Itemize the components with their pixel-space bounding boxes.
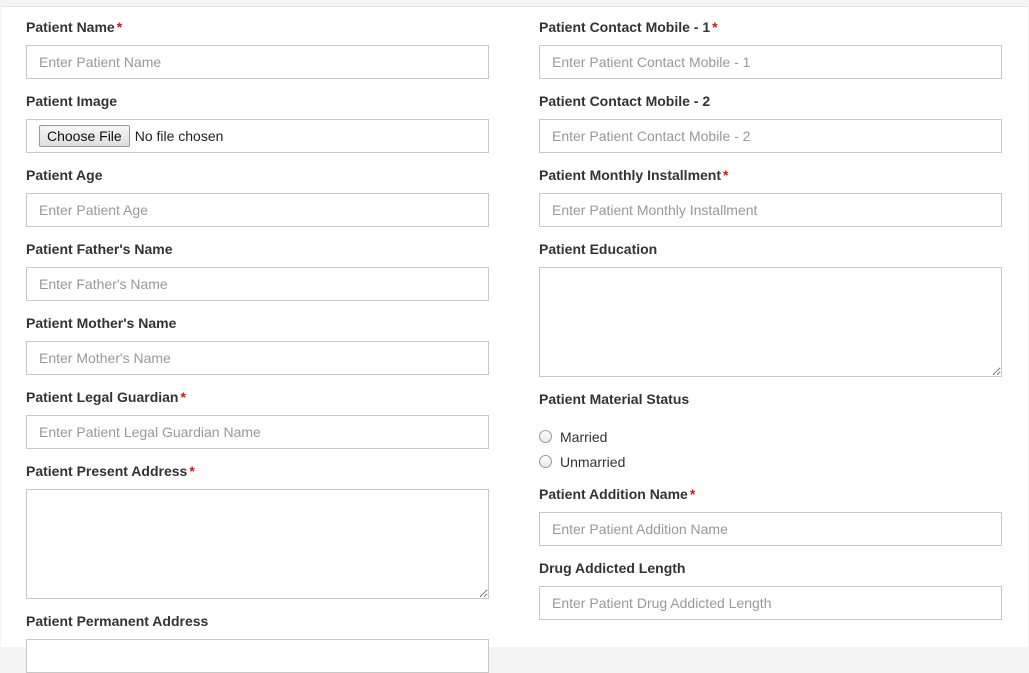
field-present-address: Patient Present Address * <box>26 463 489 604</box>
field-label: Patient Father's Name <box>26 241 173 257</box>
radio-label: Unmarried <box>560 453 626 470</box>
mother-name-input[interactable] <box>26 341 489 375</box>
field-label: Patient Contact Mobile - 1 * <box>539 19 718 35</box>
field-contact-mobile-1: Patient Contact Mobile - 1 * <box>539 19 1002 79</box>
father-name-input[interactable] <box>26 267 489 301</box>
field-permanent-address: Patient Permanent Address <box>26 613 489 673</box>
required-marker: * <box>189 463 195 479</box>
radio-option-married[interactable]: Married <box>539 424 1002 449</box>
radio-option-unmarried[interactable]: Unmarried <box>539 449 1002 474</box>
legal-guardian-input[interactable] <box>26 415 489 449</box>
education-textarea[interactable] <box>539 267 1002 377</box>
radio-label: Married <box>560 428 608 445</box>
field-label: Patient Name * <box>26 19 123 35</box>
contact-mobile-1-input[interactable] <box>539 45 1002 79</box>
present-address-textarea[interactable] <box>26 489 489 599</box>
required-marker: * <box>689 486 696 502</box>
field-education: Patient Education <box>539 241 1002 382</box>
patient-name-input[interactable] <box>26 45 489 79</box>
permanent-address-input[interactable] <box>26 639 489 673</box>
field-label: Patient Image <box>26 93 118 109</box>
field-label: Patient Mother's Name <box>26 315 177 331</box>
field-label: Patient Education <box>539 241 658 257</box>
field-label: Patient Monthly Installment * <box>539 167 729 183</box>
field-patient-age: Patient Age <box>26 167 489 227</box>
field-label: Patient Present Address * <box>26 463 195 479</box>
field-father-name: Patient Father's Name <box>26 241 489 301</box>
field-patient-image: Patient Image Choose File No file chosen <box>26 93 489 153</box>
patient-image-file-input: Choose File No file chosen <box>26 119 489 153</box>
field-label: Patient Legal Guardian * <box>26 389 186 405</box>
field-legal-guardian: Patient Legal Guardian * <box>26 389 489 449</box>
field-contact-mobile-2: Patient Contact Mobile - 2 <box>539 93 1002 153</box>
field-label: Patient Permanent Address <box>26 613 209 629</box>
patient-age-input[interactable] <box>26 193 489 227</box>
choose-file-button[interactable]: Choose File <box>39 125 130 147</box>
field-label: Patient Material Status <box>539 391 690 407</box>
drug-addicted-length-input[interactable] <box>539 586 1002 620</box>
field-label: Patient Contact Mobile - 2 <box>539 93 711 109</box>
contact-mobile-2-input[interactable] <box>539 119 1002 153</box>
required-marker: * <box>723 167 729 183</box>
field-patient-name: Patient Name * <box>26 19 489 79</box>
required-marker: * <box>712 19 718 35</box>
addition-name-input[interactable] <box>539 512 1002 546</box>
field-mother-name: Patient Mother's Name <box>26 315 489 375</box>
required-marker: * <box>116 19 123 35</box>
monthly-installment-input[interactable] <box>539 193 1002 227</box>
patient-form-panel: Patient Name* Patient Image Choose File … <box>1 6 1028 673</box>
required-marker: * <box>180 389 186 405</box>
file-status-text: No file chosen <box>134 128 224 144</box>
unmarried-radio[interactable] <box>539 455 552 468</box>
field-material-status: Patient Material Status Married Unmarrie… <box>539 391 1002 474</box>
field-drug-addicted-length: Drug Addicted Length <box>539 560 1002 620</box>
field-addition-name: Patient Addition Name * <box>539 486 1002 546</box>
married-radio[interactable] <box>539 430 552 443</box>
field-label: Patient Age <box>26 167 103 183</box>
field-label: Drug Addicted Length <box>539 560 686 576</box>
field-label: Patient Addition Name * <box>539 486 696 502</box>
field-monthly-installment: Patient Monthly Installment * <box>539 167 1002 227</box>
